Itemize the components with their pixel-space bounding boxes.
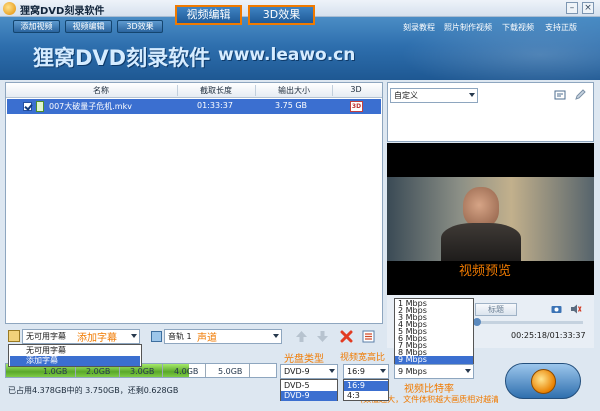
audio-select[interactable]: 音轨 1 bbox=[164, 329, 282, 344]
aspect-ratio-option[interactable]: 4:3 bbox=[344, 391, 388, 401]
tab-3d-effect[interactable]: 3D效果 bbox=[117, 20, 163, 33]
video-file-icon bbox=[36, 101, 44, 112]
audio-annotation: 声道 bbox=[197, 333, 217, 344]
col-name[interactable]: 名称 bbox=[66, 85, 136, 96]
col-divider bbox=[255, 85, 256, 96]
banner-title: 狸窝DVD刻录软件 bbox=[33, 46, 211, 70]
move-down-icon[interactable] bbox=[316, 330, 329, 343]
table-row[interactable]: 007大破量子危机.mkv 01:33:37 3.75 GB 3D bbox=[7, 99, 381, 114]
link-photo-video[interactable]: 照片制作视频 bbox=[444, 22, 492, 33]
preview-annotation: 视频预览 bbox=[459, 264, 512, 279]
capacity-tick: 3.0GB bbox=[130, 367, 155, 376]
bitrate-option-selected[interactable]: 9 Mbps bbox=[395, 356, 473, 364]
col-length[interactable]: 截取长度 bbox=[186, 85, 246, 96]
chevron-down-icon bbox=[131, 334, 137, 338]
video-frame-image bbox=[387, 177, 594, 261]
chevron-down-icon bbox=[329, 369, 335, 373]
aspect-ratio-option-selected[interactable]: 16:9 bbox=[344, 381, 388, 391]
capacity-tick: 5.0GB bbox=[218, 367, 243, 376]
window-title: 狸窝DVD刻录软件 bbox=[20, 6, 105, 17]
disc-type-select[interactable]: DVD-9 bbox=[280, 364, 338, 379]
chevron-down-icon bbox=[469, 93, 475, 97]
capacity-tick: 4.0GB bbox=[174, 367, 199, 376]
minimize-button[interactable]: – bbox=[566, 2, 578, 14]
bitrate-select[interactable]: 9 Mbps bbox=[394, 364, 474, 379]
seek-track[interactable] bbox=[473, 321, 583, 324]
disc-type-dropdown: DVD-5 DVD-9 bbox=[280, 379, 338, 401]
burn-disc-icon bbox=[531, 369, 556, 394]
3d-effect-callout: 3D效果 bbox=[248, 5, 315, 25]
col-size[interactable]: 输出大小 bbox=[264, 85, 324, 96]
edit-icon[interactable] bbox=[554, 89, 566, 101]
person-head-shape bbox=[463, 187, 499, 227]
disc-type-value: DVD-9 bbox=[284, 367, 310, 376]
link-tutorial[interactable]: 刻录教程 bbox=[403, 22, 435, 33]
row-name: 007大破量子危机.mkv bbox=[49, 102, 132, 111]
aspect-ratio-select[interactable]: 16:9 bbox=[343, 364, 389, 379]
person-body-shape bbox=[441, 223, 521, 261]
col-3d[interactable]: 3D bbox=[336, 85, 376, 94]
bitrate-value: 9 Mbps bbox=[398, 367, 427, 376]
subtitle-icon bbox=[8, 330, 20, 342]
col-divider bbox=[177, 85, 178, 96]
subtitle-value: 无可用字幕 bbox=[26, 332, 66, 341]
capacity-tick: 1.0GB bbox=[43, 367, 68, 376]
bitrate-label: 视频比特率 bbox=[404, 384, 454, 395]
chevron-down-icon bbox=[465, 369, 471, 373]
delete-icon[interactable] bbox=[340, 330, 353, 343]
subtitle-option[interactable]: 无可用字幕 bbox=[10, 346, 140, 356]
aspect-ratio-value: 16:9 bbox=[347, 367, 365, 376]
3d-badge-icon[interactable]: 3D bbox=[350, 101, 363, 112]
seek-handle[interactable] bbox=[473, 318, 481, 326]
capacity-divider bbox=[205, 364, 206, 377]
link-support[interactable]: 支持正版 bbox=[545, 22, 577, 33]
preview-mode-select[interactable]: 自定义 bbox=[390, 88, 478, 103]
aspect-ratio-dropdown: 16:9 4:3 bbox=[343, 379, 389, 401]
row-size: 3.75 GB bbox=[275, 101, 308, 110]
video-preview[interactable]: 视频预览 bbox=[387, 143, 594, 295]
table-header: 名称 截取长度 输出大小 3D bbox=[6, 83, 382, 98]
subtitle-option-selected[interactable]: 添加字幕 bbox=[10, 356, 140, 366]
close-button[interactable]: × bbox=[582, 2, 594, 14]
preview-top-panel: 自定义 bbox=[387, 82, 594, 142]
capacity-divider bbox=[162, 364, 163, 377]
preview-mode-value: 自定义 bbox=[394, 91, 418, 100]
row-length: 01:33:37 bbox=[197, 101, 233, 110]
list-settings-icon[interactable] bbox=[362, 330, 375, 343]
tab-video-edit[interactable]: 视频编辑 bbox=[65, 20, 112, 33]
camera-icon[interactable] bbox=[551, 304, 562, 314]
app-header: 添加视频 视频编辑 3D效果 视频编辑 3D效果 刻录教程 照片制作视频 下载视… bbox=[0, 5, 600, 80]
row-checkbox[interactable] bbox=[23, 102, 32, 111]
disc-type-label: 光盘类型 bbox=[284, 354, 324, 365]
playback-time: 00:25:18/01:33:37 bbox=[511, 331, 586, 340]
audio-value: 音轨 1 bbox=[168, 332, 192, 341]
mark-title-button[interactable]: 标题 bbox=[475, 303, 517, 316]
link-download-video[interactable]: 下载视频 bbox=[502, 22, 534, 33]
chevron-down-icon bbox=[273, 334, 279, 338]
chevron-down-icon bbox=[380, 369, 386, 373]
audio-icon bbox=[151, 331, 162, 342]
disc-type-option-selected[interactable]: DVD-9 bbox=[281, 391, 337, 401]
app-logo-icon bbox=[3, 2, 16, 15]
volume-icon[interactable] bbox=[570, 304, 582, 314]
video-edit-callout: 视频编辑 bbox=[175, 5, 242, 25]
tab-add-video[interactable]: 添加视频 bbox=[13, 20, 60, 33]
subtitle-annotation: 添加字幕 bbox=[77, 333, 117, 344]
capacity-tick: 2.0GB bbox=[86, 367, 111, 376]
aspect-ratio-label: 视频宽高比 bbox=[340, 353, 386, 363]
move-up-icon[interactable] bbox=[295, 330, 308, 343]
capacity-status: 已占用4.378GB中的 3.750GB，还剩0.628GB bbox=[8, 386, 179, 395]
bitrate-dropdown: 1 Mbps 2 Mbps 3 Mbps 4 Mbps 5 Mbps 6 Mbp… bbox=[394, 298, 474, 364]
subtitle-dropdown: 无可用字幕 添加字幕 bbox=[8, 344, 142, 367]
capacity-divider bbox=[249, 364, 250, 377]
burn-button[interactable] bbox=[505, 363, 581, 399]
file-table: 名称 截取长度 输出大小 3D 007大破量子危机.mkv 01:33:37 3… bbox=[5, 82, 383, 324]
disc-type-option[interactable]: DVD-5 bbox=[281, 381, 337, 391]
col-divider bbox=[332, 85, 333, 96]
pencil-icon[interactable] bbox=[574, 89, 586, 101]
banner-url: www.leawo.cn bbox=[218, 45, 356, 65]
